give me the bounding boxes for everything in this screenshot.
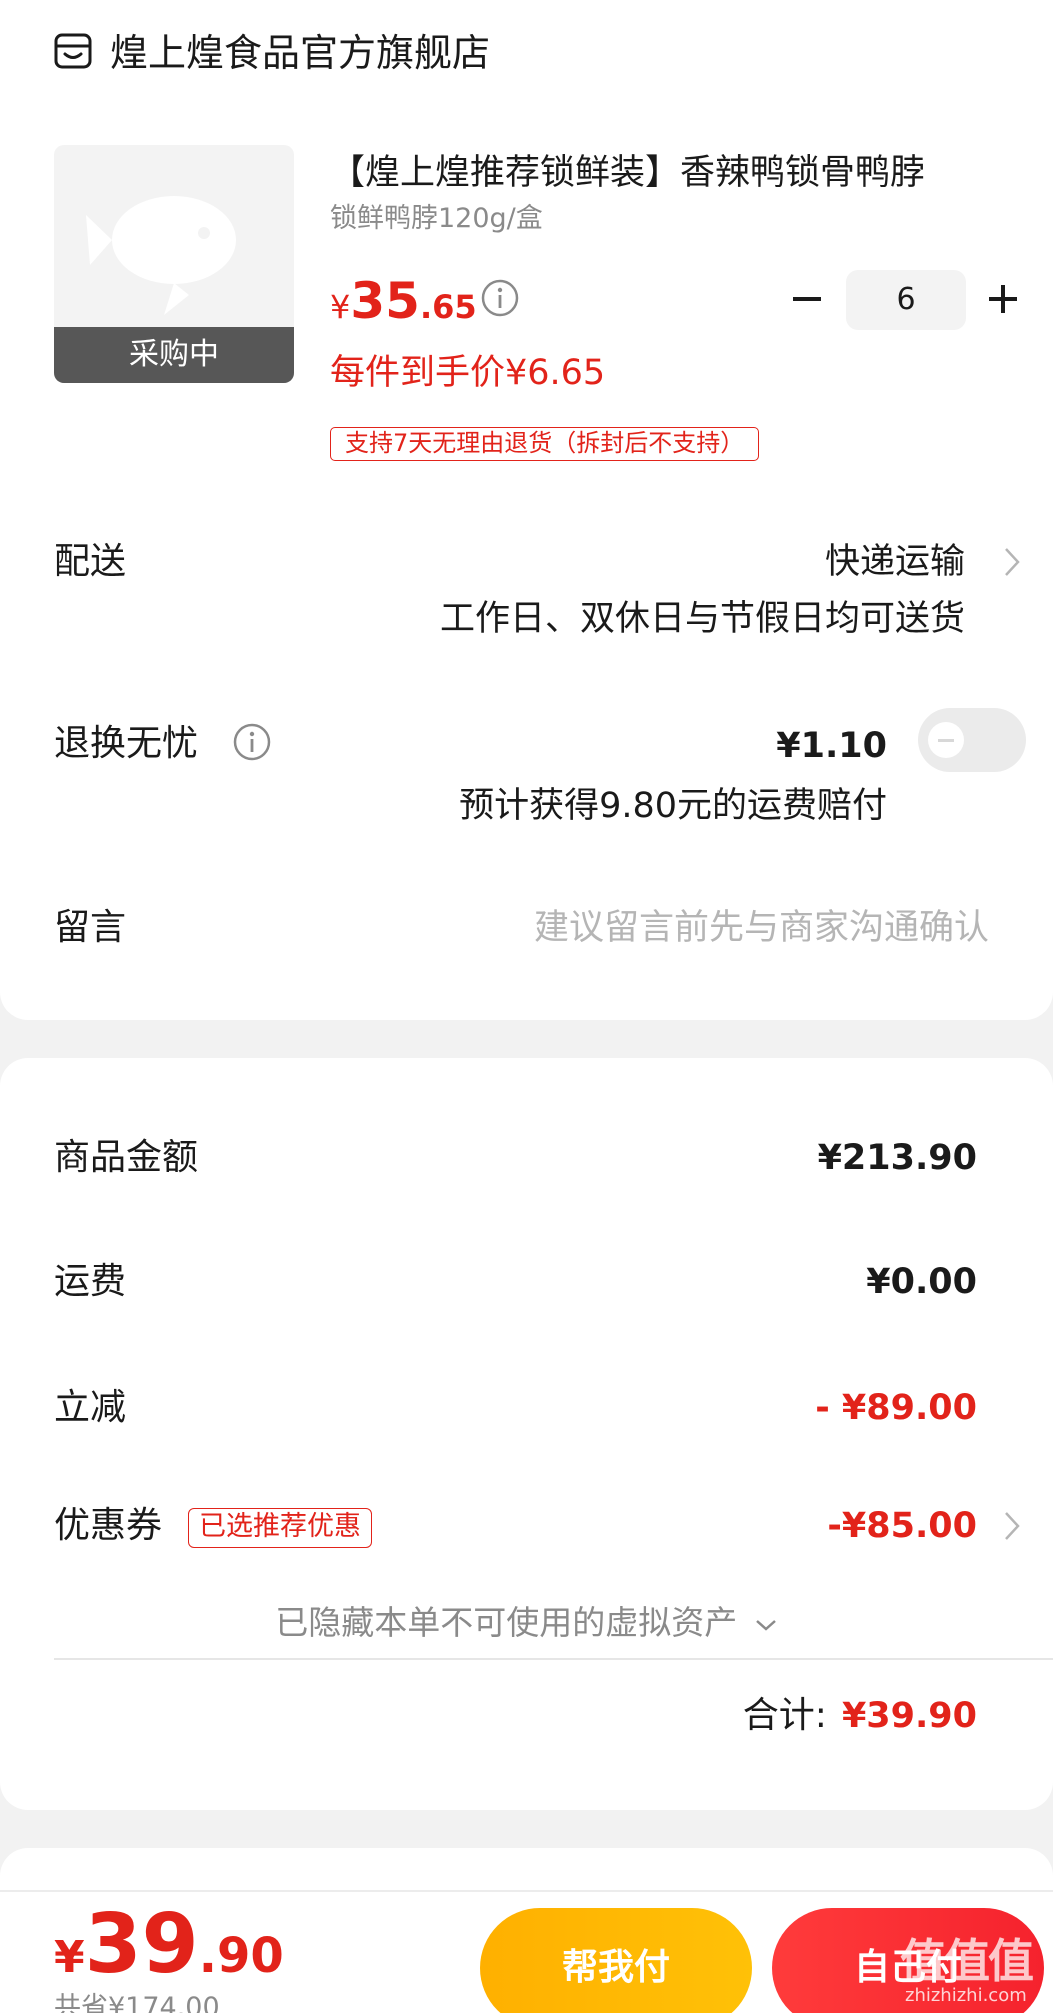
- product-price: ¥35.65: [330, 272, 477, 330]
- discount-value: - ¥89.00: [815, 1388, 977, 1428]
- saved-amount: 共省¥174.00: [54, 1992, 220, 2013]
- message-input[interactable]: 建议留言前先与商家沟通确认: [534, 904, 989, 952]
- shipping-value: ¥0.00: [866, 1262, 977, 1302]
- message-label: 留言: [54, 907, 127, 948]
- delivery-label: 配送: [54, 541, 127, 582]
- summary-divider: [54, 1658, 1053, 1660]
- return-worry-note: 预计获得9.80元的运费赔付: [459, 786, 887, 826]
- return-worry-price: ¥1.10: [776, 726, 887, 766]
- quantity-input[interactable]: 6: [846, 270, 966, 330]
- store-icon: [54, 33, 92, 69]
- product-title[interactable]: 【煌上煌推荐锁鲜装】香辣鸭锁骨鸭脖: [330, 150, 990, 196]
- product-thumbnail[interactable]: 采购中: [54, 145, 294, 383]
- quantity-plus-button[interactable]: [986, 282, 1020, 316]
- quantity-minus-button[interactable]: [790, 282, 824, 316]
- goods-amount-label: 商品金额: [54, 1137, 199, 1178]
- order-item-card: 煌上煌食品官方旗舰店 采购中 【煌上煌推荐锁鲜装】香辣鸭锁骨鸭脖 锁鲜鸭脖120…: [0, 0, 1053, 1020]
- total-label: 合计:: [742, 1695, 827, 1736]
- bottom-bar-divider: [0, 1890, 1053, 1892]
- product-spec: 锁鲜鸭脖120g/盒: [330, 203, 543, 234]
- coupon-label: 优惠券: [54, 1505, 163, 1546]
- watermark-url: zhizhizhi.com: [905, 1985, 1027, 2006]
- chevron-down-icon: [755, 1619, 776, 1631]
- price-decimal: .65: [419, 288, 477, 326]
- purchasing-badge: 采购中: [54, 327, 294, 383]
- help-me-pay-button[interactable]: 帮我付: [480, 1908, 752, 2013]
- hidden-assets-text: 已隐藏本单不可使用的虚拟资产: [275, 1603, 738, 1642]
- delivery-chevron-right-icon[interactable]: [1002, 546, 1022, 578]
- shipping-label: 运费: [54, 1261, 127, 1302]
- hidden-assets-toggle[interactable]: 已隐藏本单不可使用的虚拟资产: [0, 1600, 1053, 1646]
- watermark-logo: 值值值: [900, 1934, 1034, 1988]
- coupon-chevron-right-icon[interactable]: [1002, 1510, 1022, 1542]
- toggle-knob: [928, 722, 964, 758]
- price-integer: 35: [350, 272, 420, 330]
- return-worry-label: 退换无忧: [54, 723, 199, 764]
- order-total: 合计: ¥39.90: [743, 1692, 977, 1740]
- bottom-price-integer: 39: [84, 1897, 199, 1992]
- bottom-total-price: ¥39.90: [54, 1900, 284, 1990]
- price-currency: ¥: [330, 288, 351, 326]
- total-value: ¥39.90: [841, 1696, 977, 1736]
- delivery-method[interactable]: 快递运输: [825, 538, 965, 586]
- store-name[interactable]: 煌上煌食品官方旗舰店: [110, 28, 490, 78]
- return-worry-toggle[interactable]: [918, 708, 1026, 772]
- coupon-selected-tag: 已选推荐优惠: [188, 1508, 372, 1548]
- discount-label: 立减: [54, 1387, 127, 1428]
- coupon-value[interactable]: -¥85.00: [827, 1502, 977, 1550]
- bottom-price-decimal: .90: [198, 1928, 284, 1984]
- delivery-note: 工作日、双休日与节假日均可送货: [439, 599, 965, 639]
- price-info-icon[interactable]: [480, 278, 520, 318]
- return-policy-tag: 支持7天无理由退货（拆封后不支持）: [330, 427, 760, 461]
- bottom-price-currency: ¥: [54, 1932, 85, 1983]
- return-worry-info-icon[interactable]: [232, 722, 272, 762]
- goods-amount-value: ¥213.90: [817, 1138, 977, 1178]
- unit-price: 每件到手价¥6.65: [330, 353, 606, 393]
